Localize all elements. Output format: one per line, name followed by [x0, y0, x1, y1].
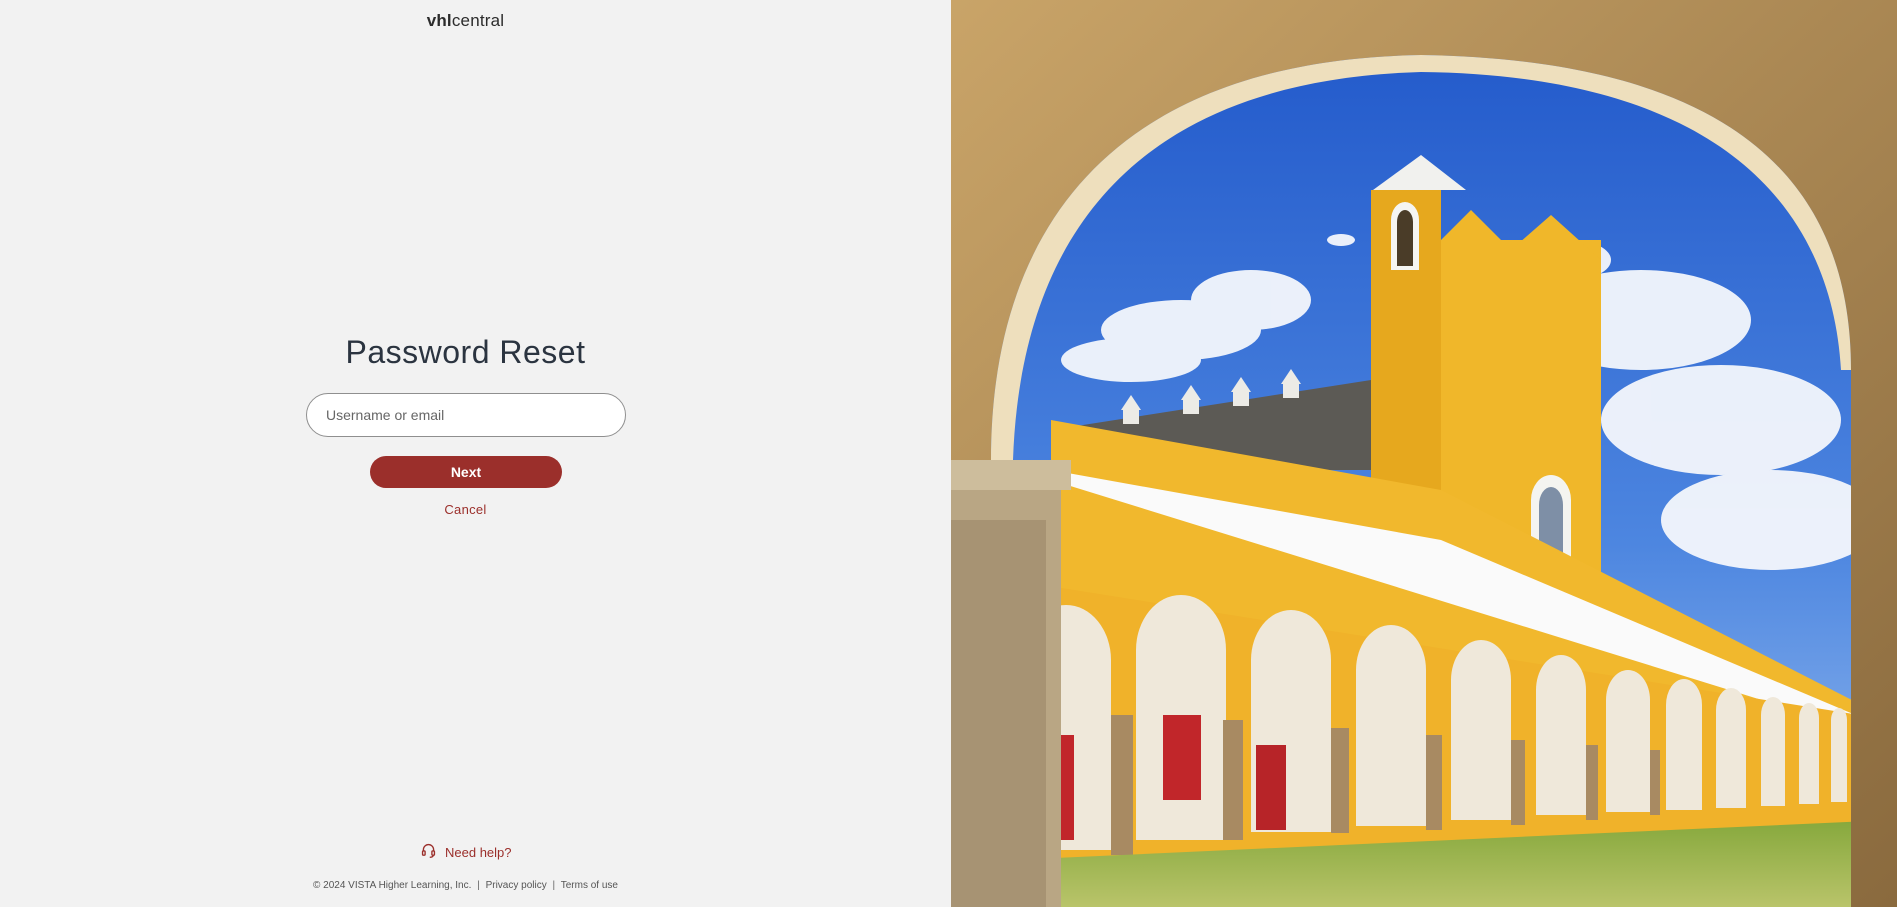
- page-title: Password Reset: [345, 334, 586, 370]
- headset-icon: [420, 842, 437, 862]
- convent-arch-illustration: [951, 0, 1897, 907]
- need-help-label: Need help?: [445, 844, 512, 860]
- login-panel: vhlcentral Password Reset Next Cancel Ne…: [0, 0, 951, 907]
- footer-separator: |: [552, 880, 556, 891]
- logo-bold-text: vhl: [426, 11, 452, 30]
- privacy-policy-link[interactable]: Privacy policy: [486, 880, 547, 891]
- need-help-link[interactable]: Need help?: [420, 842, 512, 862]
- footer: © 2024 VISTA Higher Learning, Inc. | Pri…: [0, 880, 931, 891]
- vhlcentral-logo: vhlcentral: [0, 11, 931, 31]
- hero-image: [951, 0, 1897, 907]
- username-input[interactable]: [306, 393, 626, 437]
- logo-regular-text: central: [451, 11, 505, 30]
- terms-of-use-link[interactable]: Terms of use: [561, 880, 618, 891]
- copyright-text: © 2024 VISTA Higher Learning, Inc.: [313, 880, 472, 891]
- cancel-link[interactable]: Cancel: [0, 502, 931, 517]
- footer-separator: |: [477, 880, 480, 891]
- next-button[interactable]: Next: [370, 456, 562, 488]
